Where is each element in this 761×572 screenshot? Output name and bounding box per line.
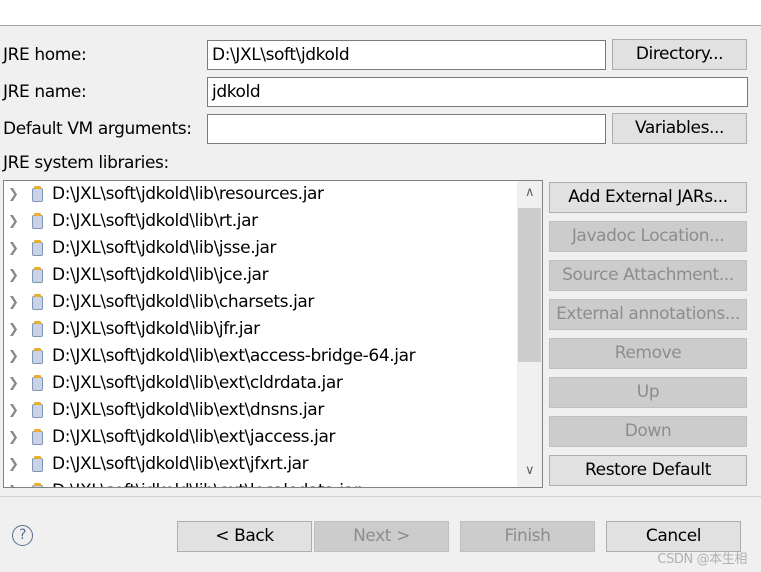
- expand-chevron-icon[interactable]: ❯: [8, 343, 19, 370]
- jre-name-label: JRE name:: [3, 82, 87, 102]
- back-button[interactable]: < Back: [177, 521, 312, 552]
- javadoc-location-button[interactable]: Javadoc Location...: [549, 221, 747, 252]
- jar-icon: [32, 348, 43, 364]
- jar-icon: [32, 483, 43, 487]
- jar-icon: [32, 456, 43, 472]
- expand-chevron-icon[interactable]: ❯: [8, 208, 19, 235]
- variables-button[interactable]: Variables...: [612, 113, 747, 144]
- jre-home-label: JRE home:: [3, 45, 87, 65]
- expand-chevron-icon[interactable]: ❯: [8, 235, 19, 262]
- vm-args-input[interactable]: [207, 114, 606, 144]
- expand-chevron-icon[interactable]: ❯: [8, 181, 19, 208]
- expand-chevron-icon[interactable]: ❯: [8, 289, 19, 316]
- jar-icon: [32, 186, 43, 202]
- library-path: D:\JXL\soft\jdkold\lib\ext\localedata.ja…: [52, 478, 361, 487]
- add-external-jars-button[interactable]: Add External JARs...: [549, 182, 747, 213]
- library-path: D:\JXL\soft\jdkold\lib\ext\jaccess.jar: [52, 427, 336, 447]
- up-button[interactable]: Up: [549, 377, 747, 408]
- down-button[interactable]: Down: [549, 416, 747, 447]
- wizard-header: [0, 0, 761, 26]
- jar-icon: [32, 375, 43, 391]
- library-path: D:\JXL\soft\jdkold\lib\rt.jar: [52, 211, 258, 231]
- library-path: D:\JXL\soft\jdkold\lib\jce.jar: [52, 265, 269, 285]
- expand-chevron-icon[interactable]: ❯: [8, 370, 19, 397]
- jar-icon: [32, 321, 43, 337]
- separator: [0, 496, 761, 497]
- scroll-up-icon[interactable]: ∧: [517, 185, 542, 200]
- scrollbar[interactable]: ∧ ∨: [517, 181, 542, 487]
- library-path: D:\JXL\soft\jdkold\lib\jsse.jar: [52, 238, 277, 258]
- jre-name-input[interactable]: jdkold: [207, 77, 748, 107]
- library-path: D:\JXL\soft\jdkold\lib\ext\jfxrt.jar: [52, 454, 309, 474]
- expand-chevron-icon[interactable]: ❯: [8, 397, 19, 424]
- library-path: D:\JXL\soft\jdkold\lib\resources.jar: [52, 184, 324, 204]
- external-annotations-button[interactable]: External annotations...: [549, 299, 747, 330]
- jar-icon: [32, 213, 43, 229]
- source-attachment-button[interactable]: Source Attachment...: [549, 260, 747, 291]
- finish-button[interactable]: Finish: [460, 521, 595, 552]
- expand-chevron-icon[interactable]: ❯: [8, 262, 19, 289]
- expand-chevron-icon[interactable]: ❯: [8, 478, 19, 487]
- vm-args-label: Default VM arguments:: [3, 119, 192, 139]
- scroll-down-icon[interactable]: ∨: [517, 463, 542, 478]
- help-icon[interactable]: ?: [12, 525, 33, 546]
- library-path: D:\JXL\soft\jdkold\lib\charsets.jar: [52, 292, 315, 312]
- library-path: D:\JXL\soft\jdkold\lib\ext\dnsns.jar: [52, 400, 324, 420]
- library-path: D:\JXL\soft\jdkold\lib\jfr.jar: [52, 319, 260, 339]
- watermark: CSDN @本生相: [657, 552, 747, 567]
- directory-button[interactable]: Directory...: [612, 39, 747, 70]
- libraries-label: JRE system libraries:: [3, 153, 169, 173]
- jar-icon: [32, 240, 43, 256]
- expand-chevron-icon[interactable]: ❯: [8, 316, 19, 343]
- library-path: D:\JXL\soft\jdkold\lib\ext\cldrdata.jar: [52, 373, 343, 393]
- next-button[interactable]: Next >: [314, 521, 449, 552]
- jar-icon: [32, 429, 43, 445]
- jar-icon: [32, 402, 43, 418]
- expand-chevron-icon[interactable]: ❯: [8, 424, 19, 451]
- jre-home-input[interactable]: D:\JXL\soft\jdkold: [207, 40, 606, 70]
- jar-icon: [32, 294, 43, 310]
- scrollbar-thumb[interactable]: [518, 208, 541, 362]
- libraries-tree[interactable]: ❯ D:\JXL\soft\jdkold\lib\resources.jar ❯ D:…: [3, 180, 543, 488]
- library-path: D:\JXL\soft\jdkold\lib\ext\access-bridge…: [52, 346, 416, 366]
- remove-button[interactable]: Remove: [549, 338, 747, 369]
- jar-icon: [32, 267, 43, 283]
- restore-default-button[interactable]: Restore Default: [549, 455, 747, 486]
- expand-chevron-icon[interactable]: ❯: [8, 451, 19, 478]
